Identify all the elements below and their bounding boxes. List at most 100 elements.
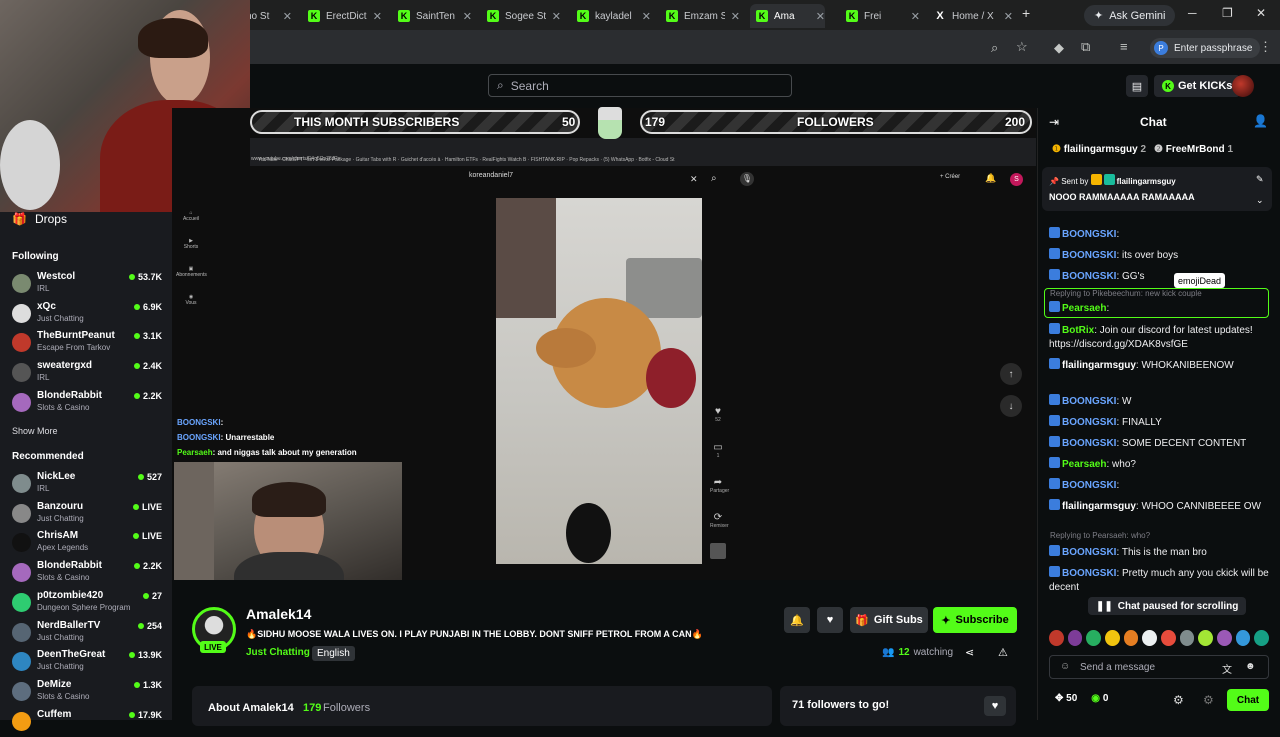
sidebar-channel[interactable]: Cuffem 17.9K (10, 709, 162, 737)
browser-tab[interactable]: X Home / X ✕ (928, 4, 1013, 28)
top-gifter[interactable]: ❶ flailingarmsguy 2 (1052, 144, 1146, 155)
collapse-chat-icon[interactable]: ⇥ (1049, 115, 1059, 129)
follow-heart-icon[interactable]: ♥ (817, 607, 843, 633)
chat-username[interactable]: BOONGSKI (1062, 417, 1116, 428)
emoji-picker-icon[interactable]: ☻ (1245, 661, 1256, 672)
drops-nav-item[interactable]: 🎁 Drops (12, 212, 67, 226)
sidebar-channel[interactable]: BlondeRabbit Slots & Casino 2.2K (10, 390, 162, 418)
sidebar-channel[interactable]: Banzouru Just Chatting LIVE (10, 501, 162, 529)
chat-users-icon[interactable]: 👤 (1253, 114, 1268, 128)
gift-subs-button[interactable]: 🎁 Gift Subs (850, 607, 928, 633)
close-tab-icon[interactable]: ✕ (642, 10, 651, 23)
browser-tab[interactable]: K ErectDict ✕ (302, 4, 382, 28)
chat-paused-banner[interactable]: ❚❚ Chat paused for scrolling (1088, 597, 1247, 615)
chat-message[interactable]: BOONGSKI: (1049, 478, 1271, 493)
chat-username[interactable]: BOONGSKI (1062, 547, 1116, 558)
get-kicks-button[interactable]: K Get KICKs (1154, 75, 1241, 97)
emote-icon[interactable] (1067, 630, 1083, 646)
chat-message[interactable]: BOONGSKI: (1049, 227, 1271, 242)
search-input[interactable]: ⌕ Search (488, 74, 792, 97)
chat-username[interactable]: BotRix (1062, 325, 1094, 336)
chat-message[interactable]: BOONGSKI: its over boys (1049, 248, 1271, 263)
top-gifter[interactable]: ❷ FreeMrBond 1 (1154, 144, 1233, 155)
close-tab-icon[interactable]: ✕ (816, 10, 825, 23)
show-more-link[interactable]: Show More (12, 426, 58, 436)
zoom-icon[interactable]: ⌕ (991, 40, 998, 56)
extension-icon[interactable]: ◆ (1054, 40, 1064, 56)
close-tab-icon[interactable]: ✕ (731, 10, 740, 23)
emote-icon[interactable] (1142, 630, 1158, 646)
chat-message[interactable]: BOONGSKI: GG's (1049, 269, 1271, 284)
media-control-icon[interactable]: ≡ (1120, 39, 1128, 54)
reply-icon[interactable]: ☺ (1060, 661, 1070, 672)
report-icon[interactable]: ⚠ (998, 646, 1008, 659)
ask-gemini-button[interactable]: ✦ Ask Gemini (1084, 5, 1176, 26)
close-tab-icon[interactable]: ✕ (463, 10, 472, 23)
chat-username[interactable]: BOONGSKI (1062, 271, 1116, 282)
restore-icon[interactable]: ❐ (1222, 6, 1233, 20)
notification-bell-icon[interactable]: 🔔 (784, 607, 810, 633)
category-link[interactable]: Just Chatting (246, 647, 310, 658)
puzzle-icon[interactable]: ⧉ (1081, 39, 1090, 55)
chat-username[interactable]: flailingarmsguy (1062, 360, 1136, 371)
close-tab-icon[interactable]: ✕ (552, 10, 561, 23)
emote-icon[interactable] (1049, 630, 1064, 646)
mod-tools-icon[interactable]: ⚙ (1203, 693, 1214, 707)
emote-icon[interactable] (1105, 630, 1120, 646)
sidebar-channel[interactable]: TheBurntPeanut Escape From Tarkov 3.1K (10, 330, 162, 358)
sidebar-channel[interactable]: p0tzombie420 Dungeon Sphere Program 27 (10, 590, 162, 618)
sidebar-channel[interactable]: NerdBallerTV Just Chatting 254 (10, 620, 162, 648)
new-tab-icon[interactable]: + (1022, 5, 1030, 21)
browser-tab[interactable]: K Emzam S ✕ (660, 4, 740, 28)
chat-username[interactable]: BOONGSKI (1062, 438, 1116, 449)
close-tab-icon[interactable]: ✕ (1004, 10, 1013, 23)
minimize-icon[interactable]: ─ (1188, 6, 1197, 20)
sidebar-channel[interactable]: DeenTheGreat Just Chatting 13.9K (10, 649, 162, 677)
sidebar-channel[interactable]: Westcol IRL 53.7K (10, 271, 162, 299)
chat-username[interactable]: BOONGSKI (1062, 568, 1116, 579)
expand-pinned-icon[interactable]: ⌄ (1256, 195, 1264, 206)
library-icon[interactable]: ▤ (1126, 75, 1148, 97)
subscribe-button[interactable]: ✦ Subscribe (933, 607, 1017, 633)
chat-message[interactable]: flailingarmsguy: WHOKANIBEENOW (1049, 358, 1271, 373)
chat-username[interactable]: Pearsaeh (1062, 459, 1106, 470)
chat-message[interactable]: flailingarmsguy: WHOO CANNIBEEEE OW (1049, 499, 1271, 514)
browser-tab[interactable]: K Ama ✕ (750, 4, 825, 28)
chat-username[interactable]: BOONGSKI (1062, 396, 1116, 407)
send-chat-button[interactable]: Chat (1227, 689, 1269, 711)
browser-tab[interactable]: Kkayladel ✕ (571, 4, 651, 28)
close-tab-icon[interactable]: ✕ (373, 10, 382, 23)
chat-message[interactable]: BOONGSKI: This is the man bro (1049, 545, 1271, 560)
settings-gear-icon[interactable]: ⚙ (1173, 693, 1184, 707)
chat-username[interactable]: BOONGSKI (1062, 250, 1116, 261)
sidebar-channel[interactable]: DeMize Slots & Casino 1.3K (10, 679, 162, 707)
emote-icon[interactable] (1254, 630, 1270, 646)
chat-message[interactable]: Pearsaeh: who? (1049, 457, 1271, 472)
language-tag[interactable]: English (312, 646, 355, 661)
chat-username[interactable]: flailingarmsguy (1062, 501, 1136, 512)
emote-icon[interactable] (1179, 630, 1195, 646)
close-tab-icon[interactable]: ✕ (911, 10, 920, 23)
streamer-name[interactable]: Amalek14 (246, 606, 311, 622)
unpin-icon[interactable]: ✎ (1256, 174, 1264, 185)
sidebar-channel[interactable]: ChrisAM Apex Legends LIVE (10, 530, 162, 558)
goal-heart-icon[interactable]: ♥ (984, 696, 1006, 716)
bookmark-star-icon[interactable]: ☆ (1016, 39, 1028, 55)
chat-message[interactable]: BOONGSKI: Pretty much any you ckick will… (1049, 566, 1271, 595)
chat-input[interactable]: Send a message (1049, 655, 1269, 679)
sidebar-channel[interactable]: xQc Just Chatting 6.9K (10, 301, 162, 329)
close-tab-icon[interactable]: ✕ (283, 10, 292, 23)
emote-icon[interactable] (1198, 630, 1214, 646)
browser-tab[interactable]: K SaintTen ✕ (392, 4, 472, 28)
emote-icon[interactable] (1086, 630, 1102, 646)
chat-message[interactable]: BOONGSKI: W (1049, 394, 1271, 409)
emote-icon[interactable] (1217, 630, 1232, 646)
chat-username[interactable]: BOONGSKI (1062, 229, 1116, 240)
translate-icon[interactable]: 文 (1222, 661, 1232, 676)
profile-passphrase-button[interactable]: P Enter passphrase (1150, 38, 1261, 58)
share-stream-icon[interactable]: ⋖ (965, 646, 974, 659)
sidebar-channel[interactable]: NickLee IRL 527 (10, 471, 162, 499)
close-window-icon[interactable]: ✕ (1256, 6, 1266, 20)
browser-tab[interactable]: K Frei ✕ (840, 4, 920, 28)
chat-message[interactable]: BOONGSKI: FINALLY (1049, 415, 1271, 430)
